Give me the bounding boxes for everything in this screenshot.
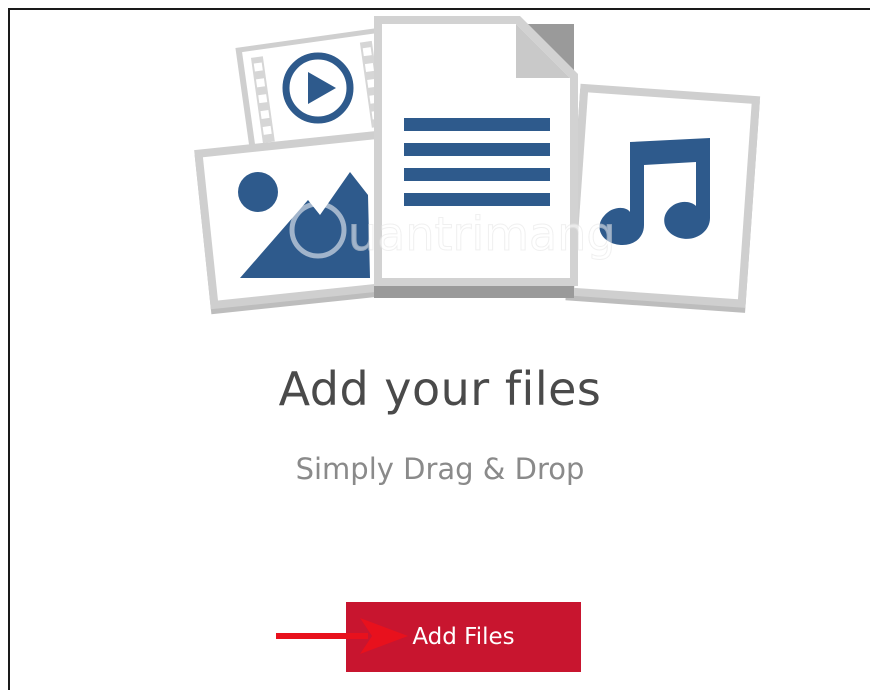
pointer-arrow-icon (276, 618, 408, 654)
upload-page: uantrimang Add your files Simply Drag & … (0, 0, 870, 690)
page-title: Add your files (278, 362, 602, 416)
watermark-text: uantrimang (348, 207, 616, 261)
frame-border-left (8, 8, 10, 690)
file-types-illustration: uantrimang (190, 10, 770, 320)
page-subtitle: Simply Drag & Drop (295, 452, 585, 486)
audio-file-icon (565, 83, 761, 313)
